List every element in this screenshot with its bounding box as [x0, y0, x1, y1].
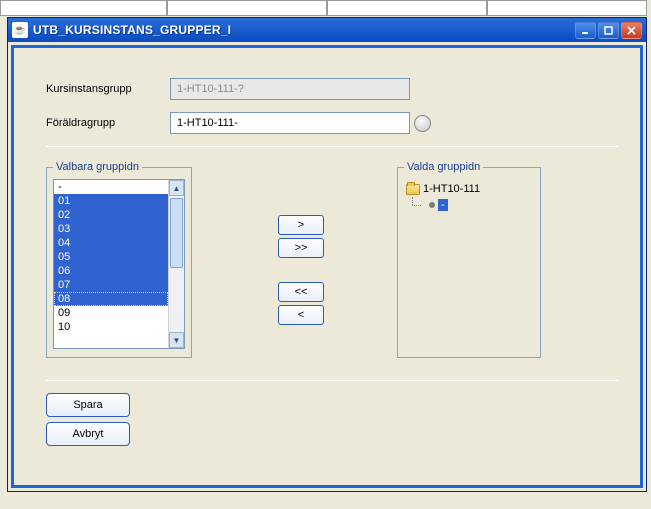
java-icon: ☕ [12, 22, 28, 38]
scroll-thumb[interactable] [170, 198, 183, 268]
scroll-track[interactable] [169, 196, 184, 332]
valda-legend: Valda gruppidn [404, 161, 483, 173]
list-item[interactable]: - [54, 180, 168, 194]
add-all-button[interactable]: >> [278, 238, 324, 258]
kursinstansgrupp-label: Kursinstansgrupp [46, 83, 170, 95]
valbara-panel: Valbara gruppidn - 01 02 03 04 05 06 07 … [46, 161, 192, 358]
browse-button[interactable] [414, 115, 431, 132]
tree-root[interactable]: 1-HT10-111 [406, 181, 532, 197]
kursinstansgrupp-input [170, 78, 410, 100]
separator-top [46, 146, 618, 147]
valbara-legend: Valbara gruppidn [53, 161, 142, 173]
scroll-up-icon[interactable]: ▲ [169, 180, 184, 196]
list-item[interactable]: 01 [54, 194, 168, 208]
valda-tree[interactable]: 1-HT10-111 - [404, 179, 534, 345]
save-button[interactable]: Spara [46, 393, 130, 417]
tree-root-label: 1-HT10-111 [423, 183, 480, 195]
foraldragrupp-input[interactable] [170, 112, 410, 134]
add-one-button[interactable]: > [278, 215, 324, 235]
valbara-listbox[interactable]: - 01 02 03 04 05 06 07 08 09 10 ▲ [53, 179, 185, 349]
dialog-window: ☕ UTB_KURSINSTANS_GRUPPER_I Kursinstansg… [7, 17, 647, 492]
list-item[interactable]: 06 [54, 264, 168, 278]
scrollbar[interactable]: ▲ ▼ [168, 180, 184, 348]
node-icon [429, 202, 435, 208]
close-button[interactable] [621, 22, 642, 39]
list-item[interactable]: 04 [54, 236, 168, 250]
remove-all-button[interactable]: << [278, 282, 324, 302]
titlebar[interactable]: ☕ UTB_KURSINSTANS_GRUPPER_I [8, 18, 646, 42]
content-frame: Kursinstansgrupp Föräldragrupp Valbara g… [11, 45, 643, 488]
separator-bottom [46, 380, 618, 381]
list-item[interactable]: 03 [54, 222, 168, 236]
list-item[interactable]: 05 [54, 250, 168, 264]
folder-icon [406, 184, 420, 195]
maximize-button[interactable] [598, 22, 619, 39]
minimize-button[interactable] [575, 22, 596, 39]
tree-child[interactable]: - [406, 197, 532, 213]
list-item[interactable]: 02 [54, 208, 168, 222]
list-item[interactable]: 08 [54, 292, 168, 306]
tree-child-label: - [438, 199, 448, 211]
foraldragrupp-label: Föräldragrupp [46, 117, 170, 129]
list-item[interactable]: 09 [54, 306, 168, 320]
cancel-button[interactable]: Avbryt [46, 422, 130, 446]
valda-panel: Valda gruppidn 1-HT10-111 - [397, 161, 541, 358]
tree-connector-icon [406, 197, 426, 213]
window-title: UTB_KURSINSTANS_GRUPPER_I [33, 23, 575, 37]
list-item[interactable]: 07 [54, 278, 168, 292]
list-item[interactable]: 10 [54, 320, 168, 334]
remove-one-button[interactable]: < [278, 305, 324, 325]
scroll-down-icon[interactable]: ▼ [169, 332, 184, 348]
